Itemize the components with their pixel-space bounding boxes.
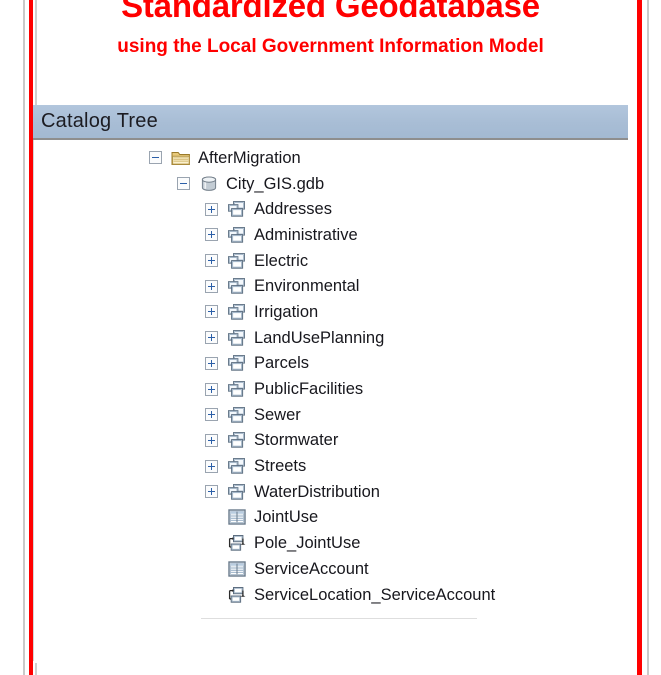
catalog-tree-header: Catalog Tree <box>33 105 628 140</box>
relationship-class-icon <box>227 534 247 552</box>
tree-item-label: Addresses <box>254 200 332 219</box>
slide-title-block: Standardized Geodatabase using the Local… <box>0 0 661 60</box>
tree-item-label: AfterMigration <box>198 148 301 167</box>
feature-dataset-icon <box>227 226 247 244</box>
tree-item-label: ServiceAccount <box>254 559 369 578</box>
feature-dataset-icon <box>227 406 247 424</box>
tree-item-sewer[interactable]: Sewer <box>34 402 628 428</box>
feature-dataset-icon <box>227 329 247 347</box>
tree-item-label: WaterDistribution <box>254 482 380 501</box>
expand-toggle-icon[interactable] <box>205 408 218 422</box>
expand-toggle-icon[interactable] <box>205 305 218 319</box>
frame-left-gray-line <box>23 0 25 675</box>
expand-toggle-icon[interactable] <box>205 382 218 396</box>
geodatabase-icon <box>199 175 219 193</box>
frame-right-red-line <box>637 0 642 675</box>
expand-toggle-icon[interactable] <box>205 356 218 370</box>
page-title: Standardized Geodatabase <box>121 0 540 24</box>
feature-dataset-icon <box>227 277 247 295</box>
tree-item-label: Stormwater <box>254 431 339 450</box>
catalog-tree[interactable]: AfterMigration City_GIS.gdb Addresses Admin… <box>34 145 628 607</box>
tree-item-waterdistribution[interactable]: WaterDistribution <box>34 479 628 505</box>
catalog-tree-body[interactable]: AfterMigration City_GIS.gdb Addresses Admin… <box>33 140 628 661</box>
tree-item-pole_jointuse[interactable]: Pole_JointUse <box>34 530 628 556</box>
tree-item-stormwater[interactable]: Stormwater <box>34 428 628 454</box>
expand-toggle-icon[interactable] <box>205 331 218 345</box>
toggle-spacer <box>205 537 218 550</box>
relationship-class-icon <box>227 586 247 604</box>
tree-item-label: LandUsePlanning <box>254 328 385 347</box>
expand-toggle-icon[interactable] <box>205 485 218 499</box>
expand-toggle-icon[interactable] <box>205 459 218 473</box>
collapse-toggle-icon[interactable] <box>149 151 162 165</box>
tree-item-irrigation[interactable]: Irrigation <box>34 299 628 325</box>
tree-item-streets[interactable]: Streets <box>34 453 628 479</box>
tree-item-servicelocation_serviceaccount[interactable]: ServiceLocation_ServiceAccount <box>34 582 628 608</box>
tree-item-label: Sewer <box>254 405 301 424</box>
feature-dataset-icon <box>227 431 247 449</box>
feature-dataset-icon <box>227 380 247 398</box>
expand-toggle-icon[interactable] <box>205 433 218 447</box>
tree-item-electric[interactable]: Electric <box>34 248 628 274</box>
expand-toggle-icon[interactable] <box>205 254 218 268</box>
tree-item-landuseplanning[interactable]: LandUsePlanning <box>34 325 628 351</box>
feature-dataset-icon <box>227 303 247 321</box>
collapse-toggle-icon[interactable] <box>177 177 190 191</box>
folder-icon <box>171 149 191 167</box>
table-icon <box>227 560 247 578</box>
tree-item-jointuse[interactable]: JointUse <box>34 505 628 531</box>
tree-item-environmental[interactable]: Environmental <box>34 273 628 299</box>
tree-item-label: Administrative <box>254 225 358 244</box>
feature-dataset-icon <box>227 354 247 372</box>
feature-dataset-icon <box>227 457 247 475</box>
tree-item-aftermigration[interactable]: AfterMigration <box>34 145 628 171</box>
tree-item-label: Streets <box>254 457 307 476</box>
toggle-spacer <box>205 562 218 575</box>
table-icon <box>227 508 247 526</box>
feature-dataset-icon <box>227 252 247 270</box>
tree-item-label: Environmental <box>254 277 360 296</box>
feature-dataset-icon <box>227 200 247 218</box>
expand-toggle-icon[interactable] <box>205 202 218 216</box>
tree-item-publicfacilities[interactable]: PublicFacilities <box>34 376 628 402</box>
tree-item-parcels[interactable]: Parcels <box>34 351 628 377</box>
toggle-spacer <box>205 588 218 601</box>
page-subtitle: using the Local Government Information M… <box>117 36 544 57</box>
catalog-tree-header-label: Catalog Tree <box>41 110 158 132</box>
tree-item-label: Electric <box>254 251 309 270</box>
tree-item-label: ServiceLocation_ServiceAccount <box>254 585 496 604</box>
tree-item-label: Irrigation <box>254 302 319 321</box>
catalog-tree-panel: Catalog Tree AfterMigration City_GIS.gdb A… <box>33 105 628 663</box>
expand-toggle-icon[interactable] <box>205 228 218 242</box>
tree-bottom-divider <box>201 618 477 619</box>
frame-right-gray-line <box>647 0 649 675</box>
tree-item-addresses[interactable]: Addresses <box>34 196 628 222</box>
tree-item-administrative[interactable]: Administrative <box>34 222 628 248</box>
expand-toggle-icon[interactable] <box>205 279 218 293</box>
tree-item-serviceaccount[interactable]: ServiceAccount <box>34 556 628 582</box>
tree-item-city_gis.gdb[interactable]: City_GIS.gdb <box>34 171 628 197</box>
tree-item-label: Pole_JointUse <box>254 534 361 553</box>
tree-item-label: JointUse <box>254 508 319 527</box>
feature-dataset-icon <box>227 483 247 501</box>
tree-item-label: Parcels <box>254 354 310 373</box>
tree-item-label: PublicFacilities <box>254 380 364 399</box>
tree-item-label: City_GIS.gdb <box>226 174 325 193</box>
toggle-spacer <box>205 511 218 524</box>
